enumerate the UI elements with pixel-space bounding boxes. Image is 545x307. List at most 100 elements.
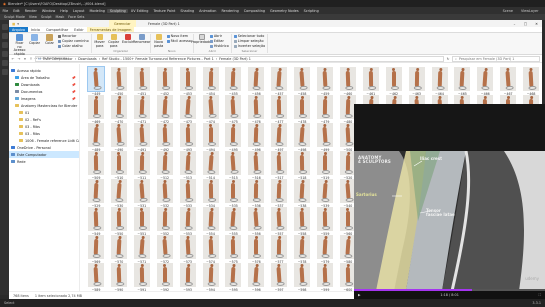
search-box[interactable]: ⌕ Pesquisar em Female (3D Part) 1 xyxy=(452,55,540,62)
workspace-tab-modeling[interactable]: Modeling xyxy=(87,9,107,13)
paste-button[interactable]: Colar xyxy=(43,34,56,46)
folder-icon[interactable]: ■ xyxy=(12,22,15,26)
nav-item[interactable]: 03 - Ribs xyxy=(9,123,79,130)
inflate-brush-icon[interactable] xyxy=(1,42,8,48)
file-thumbnail[interactable]: ~597 xyxy=(268,263,290,291)
pin-icon[interactable]: 📌 xyxy=(72,83,79,87)
up-arrow-icon[interactable]: ↑ xyxy=(29,57,33,61)
select-all-button[interactable]: Selecionar tudo xyxy=(233,34,265,38)
nav-item[interactable]: Acesso rápido xyxy=(9,67,79,74)
video-progress-bar[interactable] xyxy=(354,289,545,291)
properties-button[interactable]: Propriedades xyxy=(191,34,213,45)
header-menu-mask[interactable]: Mask xyxy=(56,15,65,19)
scene-field[interactable]: Scene xyxy=(500,9,515,13)
file-thumbnail[interactable]: ~592 xyxy=(154,263,176,291)
workspace-tab-layout[interactable]: Layout xyxy=(70,9,87,13)
copy-path-button[interactable]: Copiar caminho xyxy=(58,39,89,43)
file-thumbnail[interactable]: ~590 xyxy=(108,263,130,291)
workspace-tab-shading[interactable]: Shading xyxy=(178,9,197,13)
pin-icon[interactable]: 📌 xyxy=(72,76,79,80)
view-layer-field[interactable]: ViewLayer xyxy=(519,9,542,13)
nav-item[interactable]: Rede xyxy=(9,158,79,165)
quick-access-down-icon[interactable]: ▾ xyxy=(17,22,19,26)
breadcrumb-item-this-pc[interactable]: Este Computador xyxy=(43,57,72,61)
nav-item[interactable]: OneDrive - Personal xyxy=(9,144,79,151)
file-thumbnail[interactable]: ~596 xyxy=(245,263,267,291)
grab-brush-icon[interactable] xyxy=(1,60,8,66)
clay-brush-icon[interactable] xyxy=(1,33,8,39)
file-thumbnail[interactable]: ~593 xyxy=(177,263,199,291)
breadcrumb-item-ref-studio[interactable]: Ref Studio - 1500+ Female Turnaround Ref… xyxy=(102,57,214,61)
pin-quick-access-button[interactable]: Fixar no Acesso rápido xyxy=(13,34,26,56)
blender-menu-edit[interactable]: Edit xyxy=(11,9,23,13)
invert-selection-button[interactable]: Inverter seleção xyxy=(233,44,265,48)
header-menu-view[interactable]: View xyxy=(29,15,37,19)
tab-file[interactable]: Arquivo xyxy=(9,27,28,32)
pin-icon[interactable]: 📌 xyxy=(72,90,79,94)
recent-chevron-down-icon[interactable]: ▾ xyxy=(23,57,27,61)
close-icon[interactable]: ✕ xyxy=(531,22,542,26)
delete-button[interactable]: Excluir xyxy=(122,34,134,45)
workspace-tab-uv[interactable]: UV Editing xyxy=(128,9,151,13)
breadcrumb-item-female[interactable]: Female (3D Part) 1 xyxy=(219,57,251,61)
refresh-icon[interactable]: ↻ xyxy=(446,57,450,61)
tab-picture-tools[interactable]: Ferramentas de Imagem xyxy=(86,27,135,32)
nav-item[interactable]: Anatomy Masterclass for Blender xyxy=(9,102,79,109)
file-thumbnail[interactable]: ~589 xyxy=(85,263,107,291)
nav-item[interactable]: Área de Trabalho 📌 xyxy=(9,74,79,81)
workspace-tab-geonodes[interactable]: Geometry Nodes xyxy=(268,9,302,13)
header-menu-facesets[interactable]: Face Sets xyxy=(68,15,84,19)
copy-to-button[interactable]: Copiar para xyxy=(108,34,120,48)
file-thumbnail[interactable]: ~591 xyxy=(131,263,153,291)
workspace-tab-scripting[interactable]: Scripting xyxy=(301,9,321,13)
history-button[interactable]: Histórico xyxy=(209,44,229,48)
nav-item[interactable]: 01 xyxy=(9,109,79,116)
new-folder-button[interactable]: Nova pasta xyxy=(153,34,165,48)
nav-item[interactable]: Este Computador xyxy=(9,151,79,158)
edit-button[interactable]: Editar xyxy=(209,39,229,43)
paste-shortcut-button[interactable]: Colar atalho xyxy=(58,44,89,48)
nav-item[interactable]: Downloads 📌 xyxy=(9,81,79,88)
forward-arrow-icon[interactable]: → xyxy=(17,57,21,61)
blender-menu-help[interactable]: Help xyxy=(58,9,71,13)
nav-item[interactable]: 03 - Ribs xyxy=(9,130,79,137)
move-to-button[interactable]: Mover para xyxy=(94,34,106,48)
nav-item[interactable]: Documentos 📌 xyxy=(9,88,79,95)
mask-brush-icon[interactable] xyxy=(1,69,8,75)
file-thumbnail[interactable]: ~599 xyxy=(314,263,336,291)
draw-brush-icon[interactable] xyxy=(1,24,8,30)
file-thumbnail[interactable]: ~595 xyxy=(222,263,244,291)
tab-home[interactable]: Início xyxy=(28,27,43,32)
smooth-brush-icon[interactable] xyxy=(1,51,8,57)
rename-button[interactable]: Renomear xyxy=(133,34,150,45)
minimize-icon[interactable]: – xyxy=(509,22,520,26)
workspace-tab-sculpting[interactable]: Sculpting xyxy=(107,8,129,13)
maximize-icon[interactable]: □ xyxy=(520,22,531,26)
play-icon[interactable]: ▶ xyxy=(358,293,361,297)
file-thumbnail[interactable]: ~598 xyxy=(291,263,313,291)
tab-view[interactable]: Exibir xyxy=(71,27,87,32)
tab-share[interactable]: Compartilhar xyxy=(43,27,71,32)
workspace-tab-texture[interactable]: Texture Paint xyxy=(151,9,178,13)
file-thumbnail[interactable]: ~594 xyxy=(200,263,222,291)
back-arrow-icon[interactable]: ← xyxy=(11,57,15,61)
context-tab-manage[interactable]: Gerenciar xyxy=(109,20,136,27)
workspace-tab-compositing[interactable]: Compositing xyxy=(241,9,267,13)
fullscreen-icon[interactable]: ⛶ xyxy=(539,293,541,297)
breadcrumb-item-downloads[interactable]: Downloads xyxy=(78,57,97,61)
breadcrumb[interactable]: ▭ Este Computador › Downloads › Ref Studio… xyxy=(35,55,444,62)
workspace-tab-animation[interactable]: Animation xyxy=(197,9,219,13)
mode-dropdown[interactable]: Sculpt Mode xyxy=(4,15,25,19)
video-frame[interactable]: ANATOMY 4 SCULPTORS Iliac crest Sartorius… xyxy=(354,151,545,291)
pin-icon[interactable]: 📌 xyxy=(72,97,79,101)
open-button[interactable]: Abrir xyxy=(209,34,229,38)
blender-menu-render[interactable]: Render xyxy=(22,9,39,13)
new-item-button[interactable]: Novo item xyxy=(166,34,191,38)
header-menu-sculpt[interactable]: Sculpt xyxy=(41,15,52,19)
copy-button[interactable]: Copiar xyxy=(28,34,41,46)
blender-menu-window[interactable]: Window xyxy=(39,9,57,13)
easy-access-button[interactable]: Fácil acesso xyxy=(166,39,191,43)
select-none-button[interactable]: Limpar seleção xyxy=(233,39,265,43)
nav-item[interactable]: 02 - Ref's xyxy=(9,116,79,123)
nav-item[interactable]: Imagens 📌 xyxy=(9,95,79,102)
